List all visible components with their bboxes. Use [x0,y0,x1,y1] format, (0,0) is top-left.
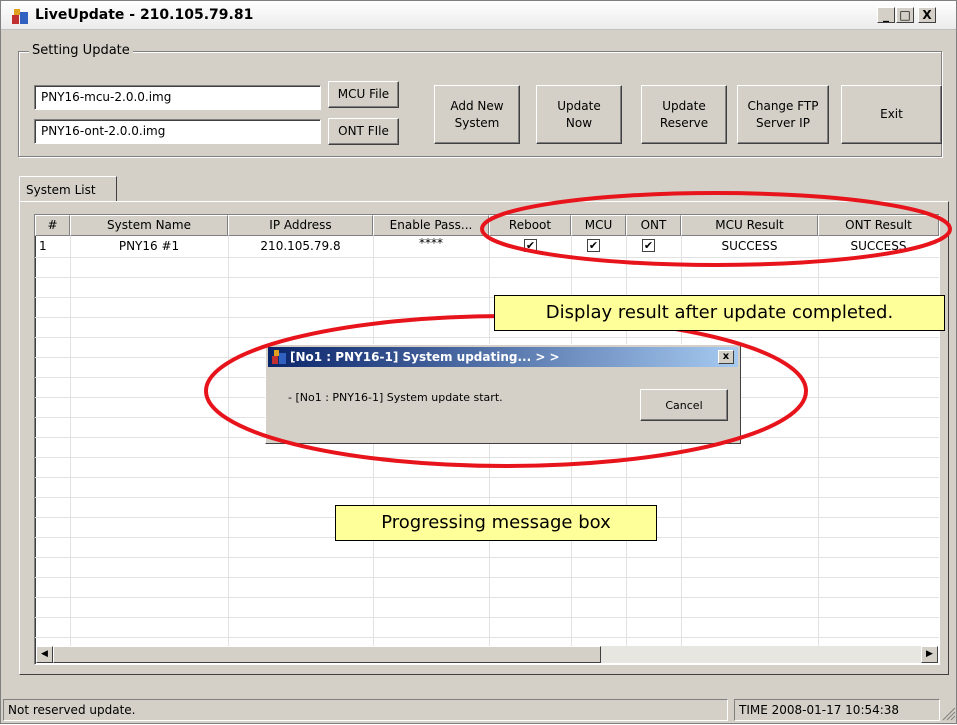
dialog-highlight-ellipse [204,314,808,468]
status-time: TIME 2008-01-17 10:54:38 [734,699,940,721]
result-callout: Display result after update completed. [494,295,945,331]
resize-grip-icon[interactable] [942,707,956,721]
app-window: LiveUpdate - 210.105.79.81 _ □ X Setting… [0,0,957,724]
annotation-overlay [204,191,952,468]
result-highlight-ellipse [480,191,952,267]
progress-callout: Progressing message box [335,505,657,541]
status-left: Not reserved update. [3,699,728,721]
status-bar: Not reserved update. TIME 2008-01-17 10:… [1,697,956,723]
